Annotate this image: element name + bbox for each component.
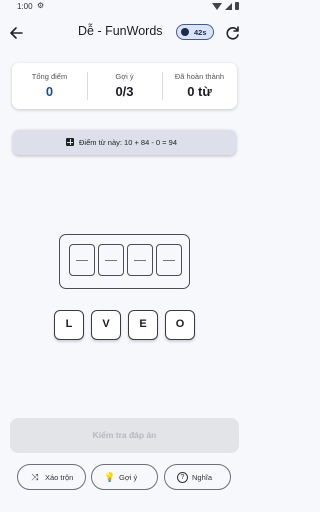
shuffle-button[interactable]: ⤨ Xáo trộn	[17, 464, 86, 490]
settings-gear-icon: ⚙	[37, 1, 45, 10]
answer-slot[interactable]	[98, 244, 124, 276]
score-formula-text: Điểm từ này: 10 + 84 - 0 = 94	[79, 137, 177, 147]
letter-tile[interactable]: L	[54, 310, 84, 340]
score-formula-box: Điểm từ này: 10 + 84 - 0 = 94	[13, 130, 236, 155]
hint-button[interactable]: 💡 Gợi ý	[91, 464, 158, 490]
stat-value: 0 từ	[187, 84, 212, 99]
stat-value: 0/3	[115, 84, 134, 99]
answer-slot[interactable]	[156, 244, 182, 276]
lightbulb-icon: 💡	[104, 472, 116, 482]
timer-badge: 42s	[176, 24, 214, 40]
letter-tile[interactable]: O	[165, 310, 195, 340]
back-button[interactable]	[6, 22, 28, 44]
stat-value: 0	[45, 84, 54, 99]
stat-label: Tổng điểm	[31, 72, 68, 81]
hint-label: Gợi ý	[119, 473, 138, 482]
status-icons	[212, 2, 239, 10]
answer-slot[interactable]	[127, 244, 153, 276]
slot-placeholder	[134, 260, 146, 261]
calculator-icon	[66, 138, 74, 146]
status-time: 1:00	[17, 2, 33, 11]
answer-slots	[59, 234, 190, 289]
stat-label: Đã hoàn thành	[174, 72, 225, 81]
stat-completed: Đã hoàn thành 0 từ	[162, 63, 237, 109]
arrow-left-icon	[10, 27, 23, 39]
meaning-button[interactable]: ? Nghĩa	[164, 464, 231, 490]
battery-icon	[235, 2, 239, 10]
stats-card: Tổng điểm 0 Gợi ý 0/3 Đã hoàn thành 0 từ	[12, 63, 237, 109]
question-icon: ?	[177, 472, 188, 483]
stat-total-score: Tổng điểm 0	[12, 63, 87, 109]
signal-icon	[225, 2, 232, 10]
refresh-button[interactable]	[223, 23, 243, 43]
stat-hints: Gợi ý 0/3	[87, 63, 162, 109]
slot-placeholder	[163, 260, 175, 261]
shuffle-icon: ⤨	[31, 472, 39, 482]
letter-tile[interactable]: E	[128, 310, 158, 340]
status-bar: 1:00 ⚙	[0, 0, 249, 14]
page-title: Dễ - FunWords	[78, 24, 163, 38]
timer-text: 42s	[194, 27, 207, 37]
check-answer-button[interactable]: Kiểm tra đáp án	[10, 418, 239, 453]
stat-label: Gợi ý	[115, 72, 134, 81]
letter-tile[interactable]: V	[91, 310, 121, 340]
app-bar: Dễ - FunWords 42s	[0, 16, 249, 50]
slot-placeholder	[105, 260, 117, 261]
timer-icon	[181, 28, 189, 36]
refresh-icon	[226, 26, 239, 40]
wifi-icon	[212, 2, 222, 10]
slot-placeholder	[76, 260, 88, 261]
shuffle-label: Xáo trộn	[45, 473, 74, 482]
meaning-label: Nghĩa	[192, 473, 213, 482]
answer-slot[interactable]	[69, 244, 95, 276]
